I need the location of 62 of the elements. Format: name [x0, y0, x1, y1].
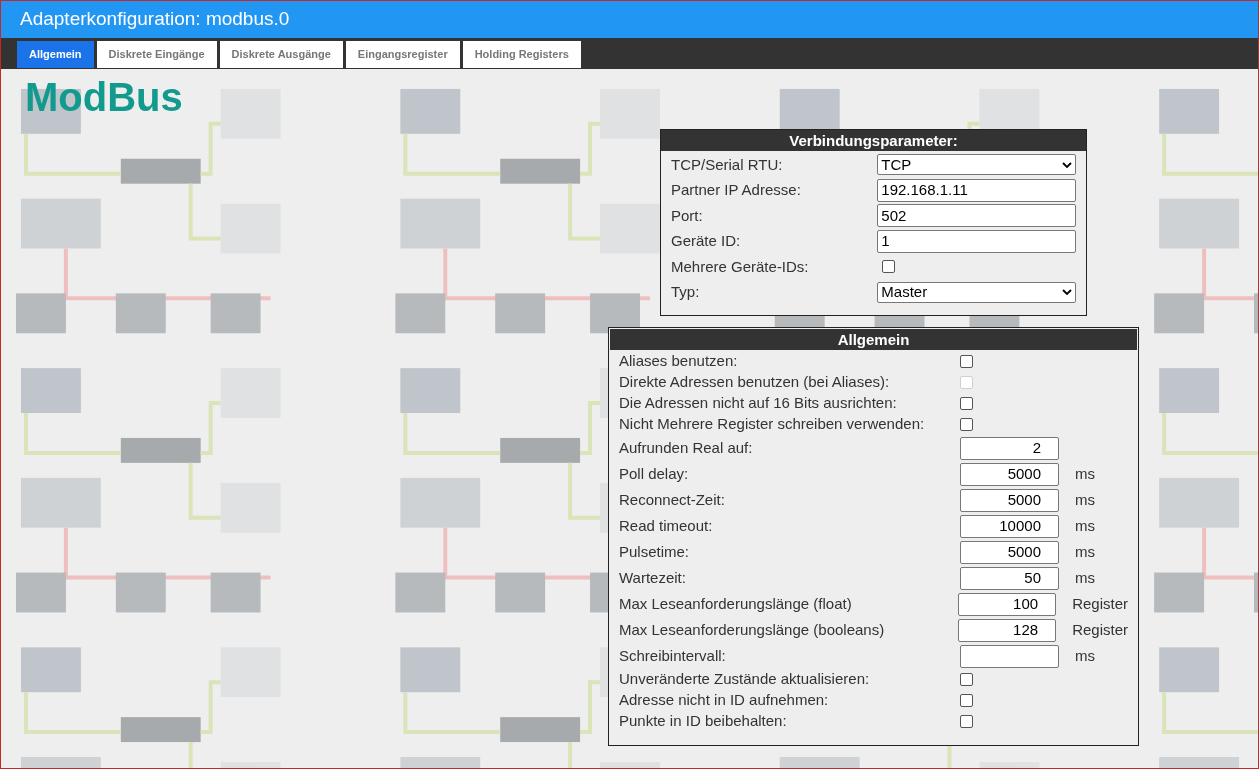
field-label: Unveränderte Zustände aktualisieren:: [619, 669, 871, 690]
checkbox[interactable]: [960, 694, 973, 707]
field-label: Geräte ID:: [671, 231, 742, 251]
checkbox[interactable]: [960, 397, 973, 410]
chevron-icon: [1062, 161, 1072, 168]
field-label: Mehrere Geräte-IDs:: [671, 256, 810, 277]
field-label: Wartezeit:: [619, 567, 687, 588]
field-label: Aufrunden Real auf:: [619, 437, 754, 458]
field-label: Reconnect-Zeit:: [619, 489, 726, 510]
tab[interactable]: Diskrete Eingänge: [96, 41, 217, 68]
field-label: Port:: [671, 205, 704, 226]
number-field[interactable]: 5000: [960, 540, 1059, 564]
checkbox[interactable]: [960, 355, 973, 368]
number-field[interactable]: 5000: [960, 462, 1059, 486]
field-label: Max Leseanforderungslänge (float): [619, 593, 853, 614]
tab[interactable]: Eingangsregister: [345, 41, 460, 68]
unit-label: Register: [1072, 593, 1128, 614]
tab[interactable]: Diskrete Ausgänge: [219, 41, 343, 68]
unit-label: ms: [1075, 645, 1095, 666]
checkbox[interactable]: [882, 260, 895, 274]
checkbox[interactable]: [960, 418, 973, 431]
dropdown[interactable]: TCP: [877, 154, 1076, 176]
field-label: Schreibintervall:: [619, 645, 727, 666]
field-label: Partner IP Adresse:: [671, 180, 802, 200]
field-label: Aliases benutzen:: [619, 351, 739, 372]
chevron-icon: [1062, 289, 1072, 296]
unit-label: ms: [1075, 489, 1095, 510]
field-label: Read timeout:: [619, 515, 714, 536]
field-label: Nicht Mehrere Register schreiben verwenden:: [619, 414, 926, 435]
unit-label: ms: [1075, 567, 1095, 588]
number-field[interactable]: 128: [957, 618, 1057, 642]
panel-title: Allgemein: [610, 329, 1137, 350]
number-field[interactable]: 100: [957, 592, 1057, 616]
input-field[interactable]: 502: [877, 204, 1076, 228]
field-label: Adresse nicht in ID aufnehmen:: [619, 690, 830, 711]
number-field[interactable]: 50: [960, 566, 1059, 590]
field-label: Direkte Adressen benutzen (bei Aliases):: [619, 372, 891, 393]
field-label: Poll delay:: [619, 463, 690, 484]
field-label: TCP/Serial RTU:: [671, 154, 784, 175]
unit-label: Register: [1072, 619, 1128, 640]
checkbox[interactable]: [960, 715, 973, 728]
number-field[interactable]: 2: [960, 436, 1059, 460]
checkbox[interactable]: [960, 673, 973, 686]
field-label: Punkte in ID beibehalten:: [619, 711, 788, 732]
input-field[interactable]: 192.168.1.11: [877, 178, 1076, 202]
number-field[interactable]: 10000: [960, 514, 1059, 538]
unit-label: ms: [1075, 541, 1095, 562]
field-label: Max Leseanforderungslänge (booleans): [619, 619, 886, 640]
unit-label: ms: [1075, 463, 1095, 484]
number-field[interactable]: 5000: [960, 488, 1059, 512]
field-label: Die Adressen nicht auf 16 Bits ausrichten:: [619, 393, 898, 414]
page-heading: ModBus: [25, 77, 183, 117]
panel-title: Verbindungsparameter:: [661, 130, 1086, 151]
tab[interactable]: Allgemein: [17, 41, 94, 68]
field-label: Pulsetime:: [619, 541, 691, 562]
window-title: Adapterkonfiguration: modbus.0: [1, 1, 1258, 38]
input-field[interactable]: 1: [877, 229, 1076, 253]
number-field[interactable]: [960, 644, 1059, 668]
tab[interactable]: Holding Registers: [462, 41, 581, 68]
field-label: Typ:: [671, 282, 701, 302]
unit-label: ms: [1075, 515, 1095, 536]
dropdown[interactable]: Master: [877, 281, 1076, 303]
